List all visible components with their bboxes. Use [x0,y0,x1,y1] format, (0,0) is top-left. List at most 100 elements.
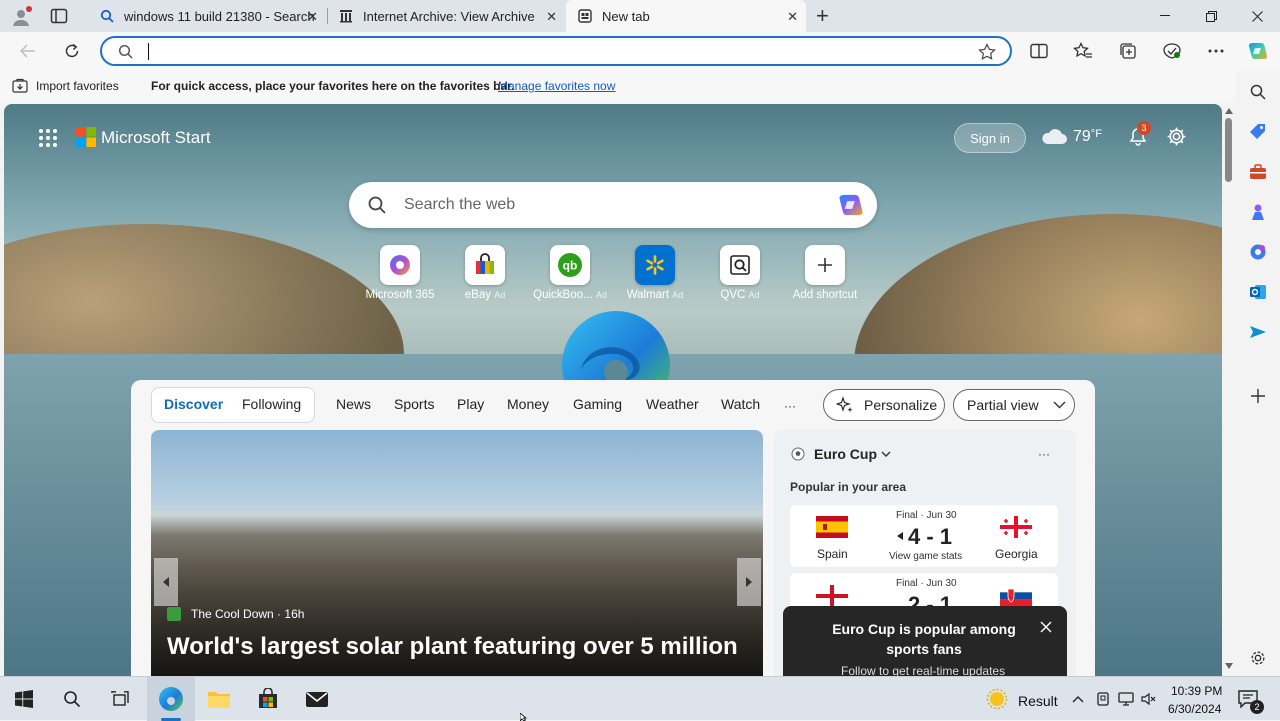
copilot-icon[interactable] [836,191,866,219]
tools-icon[interactable] [1246,160,1270,184]
close-tab-icon[interactable]: ✕ [307,9,318,25]
import-favorites-icon[interactable] [12,78,28,94]
edge-logo-icon [561,310,671,380]
shortcut-microsoft-365[interactable]: Microsoft 365 [360,245,440,301]
volume-muted-icon[interactable] [1141,692,1157,706]
split-screen-icon[interactable] [1028,40,1050,62]
shopping-tag-icon[interactable] [1246,120,1270,144]
favorites-icon[interactable] [1072,40,1094,62]
close-window-button[interactable] [1234,0,1280,32]
shortcut-add[interactable]: Add shortcut [785,245,865,301]
title-bar: windows 11 build 21380 - Search ✕ Intern… [0,0,1280,32]
new-tab-button[interactable]: + [816,3,829,29]
import-favorites-button[interactable]: Import favorites [36,79,119,93]
outlook-icon[interactable] [1246,280,1270,304]
microsoft-365-icon[interactable] [1246,240,1270,264]
minimize-button[interactable] [1142,0,1188,32]
personalize-button[interactable]: Personalize [823,389,945,421]
back-icon[interactable] [17,40,39,62]
web-search-box[interactable]: Search the web [349,182,877,228]
source-name: The Cool Down [191,607,274,621]
sparkle-icon [836,396,854,414]
page-settings-gear-icon[interactable] [1166,126,1187,147]
weather-widget-icon[interactable] [986,688,1008,710]
refresh-icon[interactable] [61,40,83,62]
hero-headline[interactable]: World's largest solar plant featuring ov… [167,633,738,661]
tab-discover[interactable]: Discover [164,396,223,412]
more-tabs-button[interactable]: ··· [784,399,796,413]
scroll-up-arrow-icon[interactable] [1225,108,1233,114]
start-button[interactable] [2,677,46,721]
carousel-next-button[interactable] [737,558,761,606]
scrollbar-thumb[interactable] [1225,118,1232,182]
network-icon[interactable] [1118,692,1134,706]
favorites-hint: For quick access, place your favorites h… [151,79,515,93]
device-icon[interactable] [1096,692,1110,706]
shortcut-qvc[interactable]: QVC Ad [700,245,780,301]
tab-sports[interactable]: Sports [394,396,434,412]
edge-taskbar-icon[interactable] [147,677,195,721]
drop-icon[interactable] [1246,320,1270,344]
task-view-icon[interactable] [98,677,142,721]
weather-widget-label[interactable]: Result [1018,693,1058,709]
tab-search[interactable]: windows 11 build 21380 - Search ✕ [88,0,326,32]
profile-icon[interactable] [10,6,32,28]
file-explorer-icon[interactable] [197,677,241,721]
article-source[interactable]: The Cool Down · 16h [191,607,304,621]
manage-favorites-link[interactable]: Manage favorites now [498,79,615,93]
personalize-label: Personalize [864,397,938,413]
address-bar[interactable] [100,36,1012,66]
favorite-star-icon[interactable] [978,43,996,61]
shortcut-walmart[interactable]: Walmart Ad [615,245,695,301]
partial-view-dropdown[interactable]: Partial view [953,389,1075,421]
close-tab-icon[interactable]: ✕ [546,9,557,25]
tab-following[interactable]: Following [242,396,301,412]
weather-temperature[interactable]: 79°F [1073,128,1102,146]
favorites-bar: Import favorites For quick access, place… [0,70,1280,102]
chevron-down-icon[interactable] [881,451,891,458]
sidebar-settings-gear-icon[interactable] [1246,646,1270,670]
apps-launcher-icon[interactable] [38,128,58,148]
partial-view-label: Partial view [967,397,1039,413]
mail-icon[interactable] [295,677,339,721]
shortcut-quickbooks[interactable]: qb QuickBoo... Ad [530,245,610,301]
close-icon[interactable] [1040,621,1052,633]
carousel-prev-button[interactable] [154,558,178,606]
more-menu-icon[interactable] [1205,40,1227,62]
new-tab-page: Microsoft Start Sign in 79°F 3 Search th… [4,104,1222,676]
chevron-up-icon[interactable] [1072,695,1084,703]
clock-date[interactable]: 6/30/2024 [1168,702,1221,716]
page-scrollbar[interactable] [1222,104,1236,676]
euro-cup-subtitle: Popular in your area [790,480,907,494]
sign-in-button[interactable]: Sign in [954,123,1026,153]
address-input[interactable] [146,41,966,61]
tab-money[interactable]: Money [507,396,549,412]
view-game-stats-link[interactable]: View game stats [889,551,962,562]
tab-title: Internet Archive: View Archive [363,8,535,24]
search-icon[interactable] [50,677,94,721]
browser-essentials-icon[interactable] [1161,40,1183,62]
tab-actions-icon[interactable] [50,8,68,24]
shortcut-ebay[interactable]: eBay Ad [445,245,525,301]
tab-news[interactable]: News [336,396,371,412]
card-more-options[interactable]: ··· [1038,447,1050,461]
tab-internet-archive[interactable]: Internet Archive: View Archive ✕ [327,0,565,32]
tab-new-tab[interactable]: New tab ✕ [566,0,806,32]
clock-time[interactable]: 10:39 PM [1171,684,1222,698]
restore-button[interactable] [1188,0,1234,32]
tab-watch[interactable]: Watch [721,396,760,412]
tab-weather[interactable]: Weather [646,396,699,412]
microsoft-store-icon[interactable] [246,677,290,721]
tab-gaming[interactable]: Gaming [573,396,622,412]
close-tab-icon[interactable]: ✕ [787,9,798,25]
scroll-down-arrow-icon[interactable] [1225,663,1233,669]
copilot-icon[interactable] [1247,40,1269,62]
brand-title[interactable]: Microsoft Start [101,128,211,148]
search-icon[interactable] [1246,80,1270,104]
euro-cup-title[interactable]: Euro Cup [814,446,877,462]
ad-badge: Ad [672,290,684,300]
add-sidebar-app-icon[interactable] [1246,384,1270,408]
collections-icon[interactable] [1117,40,1139,62]
games-icon[interactable] [1246,200,1270,224]
tab-play[interactable]: Play [457,396,484,412]
